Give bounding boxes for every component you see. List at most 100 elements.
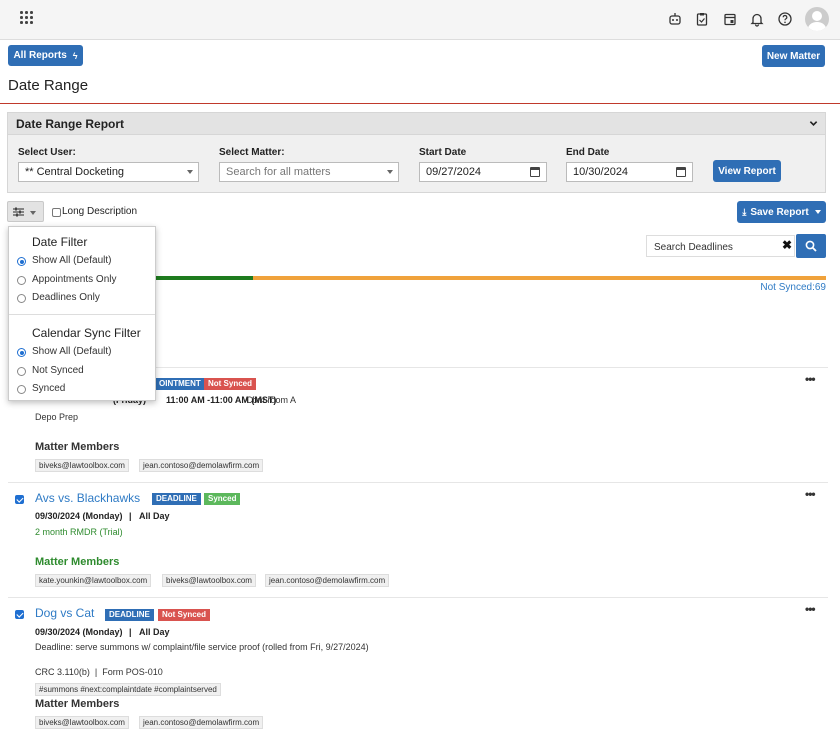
member-tag: biveks@lawtoolbox.com [35, 716, 129, 729]
matter-title-link[interactable]: Dog vs Cat [35, 606, 94, 620]
not-synced-progress-bar [253, 276, 826, 280]
select-user-dropdown[interactable]: ** Central Docketing [18, 162, 199, 182]
sync-filter-option-label[interactable]: Synced [32, 383, 65, 394]
card-date: 09/30/2024 (Monday) [35, 627, 123, 637]
dropdown-divider [9, 314, 155, 315]
card-description: Depo Prep [35, 412, 79, 422]
long-description-label: Long Description [62, 206, 138, 217]
new-matter-button[interactable]: New Matter [762, 45, 825, 67]
header-divider [0, 103, 840, 104]
report-panel-title: Date Range Report [16, 117, 125, 131]
card-date: 09/30/2024 (Monday) [35, 511, 123, 521]
apps-grid-icon[interactable] [20, 11, 36, 27]
save-report-button[interactable]: ⤓ Save Report [737, 201, 826, 223]
caret-down-icon [30, 211, 36, 215]
select-matter-placeholder: Search for all matters [226, 166, 331, 178]
sync-filter-radio-not-synced[interactable] [17, 367, 26, 376]
matter-members-heading: Matter Members [35, 556, 120, 568]
sync-filter-radio-show-all[interactable] [17, 348, 26, 357]
date-filter-option-label[interactable]: Deadlines Only [32, 292, 100, 303]
date-separator: | [129, 511, 132, 521]
sync-status-badge: Synced [204, 493, 241, 505]
start-date-label: Start Date [419, 147, 467, 158]
calendar-add-icon[interactable] [722, 11, 738, 27]
member-tag: biveks@lawtoolbox.com [35, 459, 129, 472]
not-synced-count: Not Synced:69 [760, 282, 826, 293]
report-panel: Date Range Report Select User: ** Centra… [7, 112, 826, 193]
card-description: Deadline: serve summons w/ complaint/fil… [35, 642, 369, 652]
clipboard-check-icon[interactable] [694, 11, 710, 27]
filter-options-button[interactable] [7, 201, 44, 222]
end-date-label: End Date [566, 147, 610, 158]
bell-icon[interactable] [749, 11, 765, 27]
search-icon [805, 240, 817, 252]
select-user-label: Select User: [18, 147, 76, 158]
date-filter-radio-show-all[interactable] [17, 257, 26, 266]
card-when: All Day [139, 627, 170, 637]
card-description: 2 month RMDR (Trial) [35, 527, 123, 537]
matter-members-heading: Matter Members [35, 698, 120, 710]
robot-icon[interactable] [667, 11, 683, 27]
download-icon: ⤓ [742, 206, 747, 217]
card-when: All Day [139, 511, 170, 521]
select-checkbox[interactable] [15, 495, 24, 504]
deadline-card: Avs vs. Blackhawks DEADLINE Synced 09/30… [8, 482, 828, 597]
calendar-icon[interactable] [676, 167, 686, 177]
card-location: Conf room A [246, 395, 297, 405]
member-tag: jean.contoso@demolawfirm.com [265, 574, 390, 587]
select-user-value: ** Central Docketing [25, 166, 125, 178]
page-title: Date Range [8, 77, 89, 94]
sync-status-badge: Not Synced [158, 609, 211, 621]
sync-filter-option-label[interactable]: Show All (Default) [32, 346, 111, 357]
end-date-value: 10/30/2024 [573, 166, 629, 178]
lightning-icon: ϟ [72, 50, 78, 61]
calendar-icon[interactable] [530, 167, 540, 177]
member-tag: jean.contoso@demolawfirm.com [139, 459, 264, 472]
sync-filter-heading: Calendar Sync Filter [32, 326, 141, 340]
date-separator: | [129, 627, 132, 637]
select-matter-dropdown[interactable]: Search for all matters [219, 162, 399, 182]
more-options-icon[interactable]: ••• [805, 372, 816, 386]
start-date-value: 09/27/2024 [426, 166, 482, 178]
more-options-icon[interactable]: ••• [805, 487, 816, 501]
type-badge: DEADLINE [105, 609, 154, 621]
hashtags-tag: #summons #next:complaintdate #complaints… [35, 683, 221, 696]
top-bar [0, 0, 840, 40]
caret-down-icon [187, 170, 193, 174]
end-date-input[interactable]: 10/30/2024 [566, 162, 693, 182]
type-badge: OINTMENT [155, 378, 205, 390]
caret-down-icon [814, 210, 821, 214]
search-button[interactable] [796, 234, 826, 258]
type-badge: DEADLINE [152, 493, 201, 505]
member-tag: kate.younkin@lawtoolbox.com [35, 574, 152, 587]
date-filter-radio-appointments[interactable] [17, 276, 26, 285]
date-filter-heading: Date Filter [32, 235, 88, 249]
sync-filter-option-label[interactable]: Not Synced [32, 365, 84, 376]
sync-filter-radio-synced[interactable] [17, 385, 26, 394]
search-deadlines-input[interactable]: Search Deadlines [646, 235, 795, 257]
date-filter-option-label[interactable]: Show All (Default) [32, 255, 111, 266]
report-panel-header[interactable]: Date Range Report [8, 113, 825, 135]
all-reports-button[interactable]: All Reports ϟ [8, 45, 83, 66]
chevron-down-icon[interactable] [809, 119, 818, 128]
help-icon[interactable] [777, 11, 793, 27]
card-rule: CRC 3.110(b) | Form POS-010 [35, 667, 163, 677]
user-avatar-icon[interactable] [805, 7, 829, 31]
deadline-card: Dog vs Cat DEADLINE Not Synced 09/30/202… [8, 597, 828, 741]
select-checkbox[interactable] [15, 610, 24, 619]
date-filter-option-label[interactable]: Appointments Only [32, 274, 117, 285]
matter-members-heading: Matter Members [35, 441, 120, 453]
long-description-checkbox[interactable] [52, 208, 61, 217]
all-reports-label: All Reports [13, 50, 67, 61]
select-matter-label: Select Matter: [219, 147, 285, 158]
date-filter-radio-deadlines[interactable] [17, 294, 26, 303]
member-tag: jean.contoso@demolawfirm.com [139, 716, 264, 729]
view-report-button[interactable]: View Report [713, 160, 781, 182]
sliders-icon [13, 207, 24, 217]
sync-status-badge: Not Synced [204, 378, 257, 390]
start-date-input[interactable]: 09/27/2024 [419, 162, 547, 182]
matter-title-link[interactable]: Avs vs. Blackhawks [35, 491, 140, 505]
member-tag: biveks@lawtoolbox.com [162, 574, 256, 587]
clear-search-icon[interactable]: ✖ [782, 238, 792, 252]
more-options-icon[interactable]: ••• [805, 602, 816, 616]
